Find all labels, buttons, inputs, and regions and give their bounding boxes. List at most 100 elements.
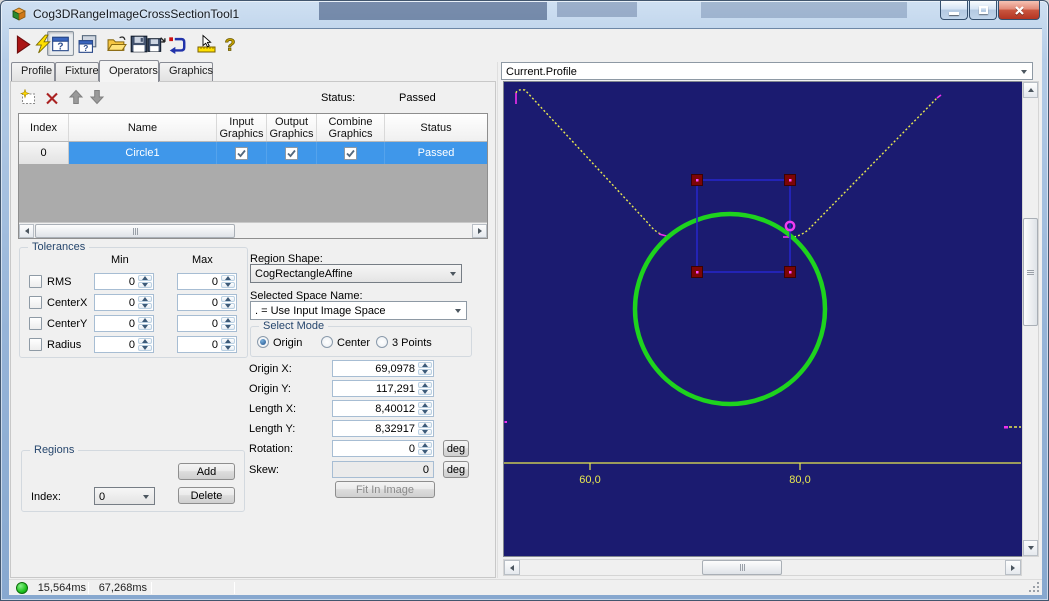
help-icon[interactable]: ? (220, 34, 240, 54)
radio-origin-label[interactable]: Origin (273, 337, 302, 349)
scroll-right-arrow[interactable] (1005, 560, 1021, 575)
display-h-scrollbar[interactable] (503, 559, 1022, 576)
move-down-icon[interactable] (89, 89, 105, 105)
reset-icon[interactable] (167, 34, 187, 54)
radio-3points-label[interactable]: 3 Points (392, 337, 432, 349)
radio-center-label[interactable]: Center (337, 337, 370, 349)
length-y-field[interactable]: 8,32917 (332, 420, 434, 437)
open-file-icon[interactable] (107, 34, 127, 54)
radio-3points[interactable] (376, 336, 388, 348)
tab-graphics[interactable]: Graphics (159, 62, 213, 81)
centerx-max-spinner[interactable] (221, 296, 235, 309)
radius-min-spinner[interactable] (138, 338, 152, 351)
minimize-button[interactable] (940, 1, 968, 20)
col-header-output-graphics[interactable]: Output Graphics (267, 114, 317, 141)
radio-origin[interactable] (257, 336, 269, 348)
show-tool-window-icon[interactable]: ? (51, 34, 71, 54)
move-up-icon[interactable] (68, 89, 84, 105)
scroll-left-arrow[interactable] (504, 560, 520, 575)
space-name-combo[interactable]: . = Use Input Image Space (250, 301, 467, 320)
display-selector-combo[interactable]: Current.Profile (501, 62, 1033, 80)
app-icon (11, 6, 27, 22)
table-h-scrollbar[interactable] (19, 222, 487, 238)
centery-min-field[interactable]: 0 (94, 315, 154, 332)
scroll-left-arrow[interactable] (19, 224, 34, 238)
radius-min-field[interactable]: 0 (94, 336, 154, 353)
pointer-ruler-icon[interactable] (197, 34, 217, 54)
region-index-combo[interactable]: 0 (94, 487, 155, 505)
save-icon[interactable] (129, 34, 149, 54)
centery-checkbox[interactable] (29, 317, 42, 330)
rotation-deg-button[interactable]: deg (443, 440, 469, 457)
radius-max-spinner[interactable] (221, 338, 235, 351)
cell-input-graphics[interactable] (217, 142, 267, 164)
cell-index[interactable]: 0 (19, 142, 69, 164)
resize-grip[interactable] (1028, 581, 1040, 593)
tab-profile[interactable]: Profile (11, 62, 55, 81)
rms-max-field[interactable]: 0 (177, 273, 237, 290)
table-row[interactable]: 0 Circle1 Passed (19, 142, 487, 164)
radius-checkbox[interactable] (29, 338, 42, 351)
delete-operator-icon[interactable] (44, 90, 60, 106)
display-v-scrollbar[interactable] (1022, 81, 1039, 557)
col-header-combine-graphics[interactable]: Combine Graphics (317, 114, 385, 141)
add-region-label: Add (197, 466, 217, 478)
run-continuous-icon[interactable] (33, 34, 53, 54)
rms-min-field[interactable]: 0 (94, 273, 154, 290)
cell-name[interactable]: Circle1 (69, 142, 217, 164)
length-x-field[interactable]: 8,40012 (332, 400, 434, 417)
scroll-up-arrow[interactable] (1023, 82, 1038, 98)
rms-max-spinner[interactable] (221, 275, 235, 288)
tab-fixture[interactable]: Fixture (55, 62, 99, 81)
status-label: Status: (321, 92, 355, 104)
maximize-button[interactable] (969, 1, 997, 20)
input-graphics-checkbox[interactable] (235, 147, 248, 160)
centery-max-field[interactable]: 0 (177, 315, 237, 332)
cell-combine-graphics[interactable] (317, 142, 385, 164)
radio-center[interactable] (321, 336, 333, 348)
rotation-spinner[interactable] (418, 442, 432, 455)
origin-x-field[interactable]: 69,0978 (332, 360, 434, 377)
add-region-button[interactable]: Add (178, 463, 235, 480)
centerx-min-field[interactable]: 0 (94, 294, 154, 311)
output-graphics-checkbox[interactable] (285, 147, 298, 160)
tab-operators[interactable]: Operators (99, 60, 159, 82)
centerx-min-spinner[interactable] (138, 296, 152, 309)
centery-max-spinner[interactable] (221, 317, 235, 330)
scroll-right-arrow[interactable] (472, 224, 487, 238)
add-operator-icon[interactable] (20, 89, 36, 105)
save-as-icon[interactable] (147, 34, 167, 54)
scroll-down-arrow[interactable] (1023, 540, 1038, 556)
skew-deg-button[interactable]: deg (443, 461, 469, 478)
combine-graphics-checkbox[interactable] (344, 147, 357, 160)
region-shape-combo[interactable]: CogRectangleAffine (250, 264, 462, 283)
delete-region-button[interactable]: Delete (178, 487, 235, 504)
length-x-value: 8,40012 (375, 403, 415, 415)
fit-in-image-button[interactable]: Fit In Image (335, 481, 435, 498)
col-header-name[interactable]: Name (69, 114, 217, 141)
col-header-input-graphics[interactable]: Input Graphics (217, 114, 267, 141)
float-tool-window-icon[interactable]: ? (78, 34, 98, 54)
cell-output-graphics[interactable] (267, 142, 317, 164)
centerx-checkbox[interactable] (29, 296, 42, 309)
table-h-scroll-thumb[interactable] (35, 224, 235, 238)
rms-checkbox[interactable] (29, 275, 42, 288)
h-scroll-thumb[interactable] (702, 560, 782, 575)
profile-display[interactable]: 60,0 80,0 (503, 81, 1022, 557)
run-icon[interactable] (13, 34, 33, 54)
rotation-field[interactable]: 0 (332, 440, 434, 457)
centery-min-spinner[interactable] (138, 317, 152, 330)
origin-y-spinner[interactable] (418, 382, 432, 395)
length-y-spinner[interactable] (418, 422, 432, 435)
cell-status[interactable]: Passed (385, 142, 487, 164)
rms-min-spinner[interactable] (138, 275, 152, 288)
radius-max-field[interactable]: 0 (177, 336, 237, 353)
origin-x-spinner[interactable] (418, 362, 432, 375)
col-header-status[interactable]: Status (385, 114, 487, 141)
col-header-index[interactable]: Index (19, 114, 69, 141)
centerx-max-field[interactable]: 0 (177, 294, 237, 311)
v-scroll-thumb[interactable] (1023, 218, 1038, 326)
close-button[interactable] (998, 1, 1040, 20)
origin-y-field[interactable]: 117,291 (332, 380, 434, 397)
length-x-spinner[interactable] (418, 402, 432, 415)
